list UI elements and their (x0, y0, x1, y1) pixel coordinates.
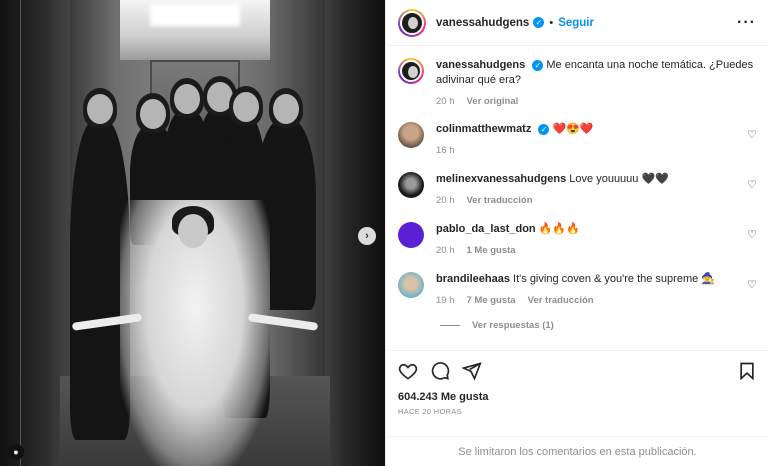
comment-like-icon[interactable]: ♡ (747, 178, 757, 191)
comment-text: 🔥🔥🔥 (538, 223, 580, 235)
avatar[interactable] (398, 58, 424, 84)
bookmark-icon[interactable] (737, 361, 757, 381)
photo-bride (71, 200, 319, 466)
comment-row: brandileehaas It's giving coven & you're… (398, 272, 757, 308)
post-panel: vanessahudgens ✓ • Seguir ··· vanessahud… (385, 0, 768, 466)
header-username[interactable]: vanessahudgens (436, 17, 529, 29)
comment-row: colinmatthewmatz ✓ ❤️😍❤️ 16 h ♡ (398, 122, 757, 158)
photo-light (150, 4, 240, 26)
comment-row: pablo_da_last_don 🔥🔥🔥 20 h 1 Me gusta ♡ (398, 222, 757, 258)
next-photo-button[interactable]: › (358, 227, 376, 245)
caption-time[interactable]: 20 h (436, 94, 455, 109)
comment-likes[interactable]: 1 Me gusta (467, 243, 516, 258)
see-translation-button[interactable]: Ver traducción (528, 293, 594, 308)
comment-like-icon[interactable]: ♡ (747, 278, 757, 291)
view-replies-label: Ver respuestas (1) (472, 320, 554, 331)
comments-limited-notice: Se limitaron los comentarios en esta pub… (386, 436, 768, 466)
comment-row: melinexvanessahudgens Love youuuuu 🖤🖤 20… (398, 172, 757, 208)
caption-username[interactable]: vanessahudgens (436, 59, 525, 71)
post-photo[interactable]: › ● (0, 0, 385, 466)
share-icon[interactable] (462, 361, 482, 381)
comment-time[interactable]: 19 h (436, 293, 455, 308)
comment-likes[interactable]: 7 Me gusta (467, 293, 516, 308)
avatar[interactable] (398, 272, 424, 298)
comment-username[interactable]: pablo_da_last_don (436, 223, 536, 235)
comment-text: ❤️😍❤️ (552, 123, 594, 135)
follow-button[interactable]: Seguir (558, 17, 594, 29)
comment-like-icon[interactable]: ♡ (747, 128, 757, 141)
verified-icon: ✓ (538, 124, 550, 135)
comment-username[interactable]: melinexvanessahudgens (436, 173, 566, 185)
likes-count[interactable]: 604.243 Me gusta (398, 391, 757, 403)
comment-text: It's giving coven & you're the supreme 🧙… (513, 273, 715, 285)
post-time[interactable]: HACE 20 HORAS (398, 407, 757, 416)
verified-icon: ✓ (532, 60, 544, 71)
replies-line (440, 325, 460, 326)
see-original-button[interactable]: Ver original (467, 94, 519, 109)
separator-dot: • (549, 16, 554, 29)
avatar[interactable] (398, 172, 424, 198)
avatar[interactable] (398, 122, 424, 148)
avatar[interactable] (398, 222, 424, 248)
comment-icon[interactable] (430, 361, 450, 381)
comment-text: Love youuuuu 🖤🖤 (569, 173, 669, 185)
view-replies-button[interactable]: Ver respuestas (1) (440, 320, 554, 331)
comments-list: vanessahudgens ✓ Me encanta una noche te… (386, 46, 768, 350)
comment-time[interactable]: 16 h (436, 143, 455, 158)
comment-like-icon[interactable]: ♡ (747, 228, 757, 241)
post-header: vanessahudgens ✓ • Seguir ··· (386, 0, 768, 46)
comment-time[interactable]: 20 h (436, 193, 455, 208)
heart-icon[interactable] (398, 361, 418, 381)
see-translation-button[interactable]: Ver traducción (467, 193, 533, 208)
chevron-right-icon: › (365, 230, 369, 242)
comment-username[interactable]: brandileehaas (436, 273, 510, 285)
verified-icon: ✓ (533, 17, 545, 28)
avatar[interactable] (398, 8, 426, 37)
photo-wall-right (325, 0, 385, 466)
more-options-icon[interactable]: ··· (737, 14, 756, 32)
post-actions: 604.243 Me gusta HACE 20 HORAS (386, 350, 768, 436)
user-tag-button[interactable]: ● (8, 444, 24, 460)
user-tag-icon: ● (13, 447, 19, 457)
caption: vanessahudgens ✓ Me encanta una noche te… (398, 58, 757, 109)
comment-time[interactable]: 20 h (436, 243, 455, 258)
comment-username[interactable]: colinmatthewmatz (436, 123, 531, 135)
